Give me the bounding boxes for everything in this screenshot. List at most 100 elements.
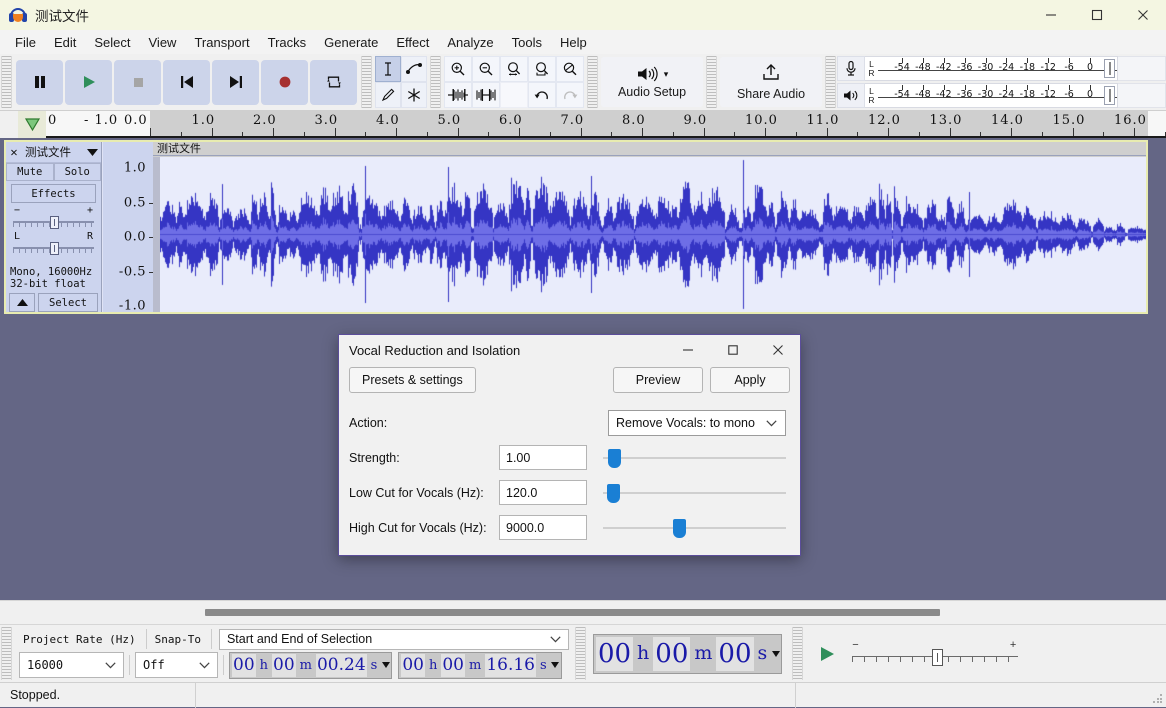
audio-setup-button[interactable]: ▾ Audio Setup [601,57,703,107]
pause-button[interactable] [16,59,63,105]
play-speed-toolbar-grip[interactable] [792,627,804,680]
low-cut-input[interactable]: 120.0 [499,480,587,505]
low-cut-slider[interactable] [603,481,786,505]
play-meter[interactable]: L R -54 -48 -42 -36 -30 -24 -18 -12 -6 0 [837,83,1166,108]
play-button[interactable] [65,59,112,105]
menu-tracks[interactable]: Tracks [259,32,316,53]
edit-toolbar-grip[interactable] [430,56,441,108]
presets-settings-button[interactable]: Presets & settings [349,367,476,393]
silence-audio-button[interactable] [472,82,500,108]
dialog-maximize-button[interactable] [710,335,755,365]
preview-button[interactable]: Preview [613,367,703,393]
zoom-in-button[interactable] [444,56,472,82]
close-button[interactable] [1120,0,1166,30]
transport-toolbar-grip[interactable] [1,56,12,108]
selection-start-time[interactable]: 00 h 00 m 00.24 s [229,651,393,679]
time-toolbar-grip[interactable] [574,627,586,680]
play-speed-slider[interactable]: − + [850,639,1020,669]
close-icon[interactable]: ✕ [6,143,22,162]
resize-grip-icon[interactable] [1152,693,1163,704]
waveform-clip[interactable]: 测试文件 [153,142,1146,312]
fit-selection-button[interactable] [500,56,528,82]
mute-button[interactable]: Mute [6,163,54,181]
play-at-speed-button[interactable] [810,637,844,671]
chevron-down-icon[interactable] [83,148,101,156]
envelope-tool[interactable] [401,56,427,82]
draw-tool[interactable] [375,82,401,108]
vertical-ruler[interactable]: 1.0 0.5 0.0 -0.5 -1.0 [103,142,153,314]
selection-end-time[interactable]: 00 h 00 m 16.16 s [398,651,562,679]
start-time-spinner-icon[interactable] [381,662,390,668]
action-combo[interactable]: Remove Vocals: to mono [608,409,786,436]
selection-mode-combo[interactable]: Start and End of Selection [218,628,569,650]
high-cut-slider[interactable] [603,516,786,540]
share-audio-button[interactable]: Share Audio [720,57,822,107]
menu-transport[interactable]: Transport [185,32,258,53]
ruler-tick [765,128,766,136]
record-button[interactable] [261,59,308,105]
stop-button[interactable] [114,59,161,105]
solo-button[interactable]: Solo [53,163,101,181]
menu-generate[interactable]: Generate [315,32,387,53]
high-cut-slider-thumb[interactable] [672,518,686,538]
trim-audio-button[interactable] [444,82,472,108]
tools-toolbar-grip[interactable] [361,56,372,108]
clip-title[interactable]: 测试文件 [153,142,1146,156]
menu-analyze[interactable]: Analyze [438,32,502,53]
fit-project-button[interactable] [528,56,556,82]
timeline-row: 0 - 1.0 0.0 1.0 2.0 3.0 4.0 5.0 6.0 7.0 8.0 9.0 10.0… [0,111,1166,138]
meter-tick-label: -18 [1019,89,1036,100]
pan-slider[interactable]: L R [13,232,94,255]
gain-slider-thumb[interactable] [50,216,59,229]
zoom-toggle-button[interactable] [556,56,584,82]
select-button[interactable]: Select [38,293,98,312]
undo-button[interactable] [528,82,556,108]
menu-select[interactable]: Select [85,32,139,53]
end-time-spinner-icon[interactable] [551,662,560,668]
track-name[interactable]: 测试文件 [22,144,83,160]
horizontal-scrollbar[interactable] [0,600,1166,624]
strength-slider-thumb[interactable] [608,448,622,468]
waveform-canvas[interactable] [160,157,1146,312]
minimize-button[interactable] [1028,0,1074,30]
effects-button[interactable]: Effects [11,184,96,203]
apply-button[interactable]: Apply [710,367,790,393]
high-cut-input[interactable]: 9000.0 [499,515,587,540]
horizontal-scrollbar-thumb[interactable] [205,609,940,616]
meter-toolbar-grip[interactable] [825,56,836,108]
pinned-play-head-icon[interactable] [18,111,46,138]
loop-button[interactable] [310,59,357,105]
play-speed-slider-thumb[interactable] [932,648,944,666]
record-meter[interactable]: L R -54 -48 -42 -36 -30 -24 -18 -12 -6 0 [837,56,1166,81]
pan-slider-thumb[interactable] [50,242,59,255]
menu-help[interactable]: Help [551,32,596,53]
timeline-ruler[interactable]: 0 - 1.0 0.0 1.0 2.0 3.0 4.0 5.0 6.0 7.0 8.0 9.0 10.0… [46,111,1166,138]
gain-slider[interactable]: − + [13,206,94,229]
snap-to-combo[interactable]: Off [135,652,218,678]
dialog-close-button[interactable] [755,335,800,365]
position-time-spinner-icon[interactable] [771,650,780,657]
multi-tool[interactable] [401,82,427,108]
menu-tools[interactable]: Tools [503,32,551,53]
zoom-out-button[interactable] [472,56,500,82]
collapse-up-icon[interactable] [9,293,35,312]
skip-to-end-button[interactable] [212,59,259,105]
dialog-minimize-button[interactable] [665,335,710,365]
audio-position-time[interactable]: 00 h 00 m 00 s [592,633,783,674]
selection-tool[interactable] [375,56,401,82]
maximize-button[interactable] [1074,0,1120,30]
start-seconds: 00.24 [315,653,367,677]
skip-to-start-button[interactable] [163,59,210,105]
strength-slider[interactable] [603,446,786,470]
menu-file[interactable]: File [6,32,45,53]
redo-button[interactable] [556,82,584,108]
selection-toolbar-grip[interactable] [1,627,12,680]
strength-input[interactable]: 1.00 [499,445,587,470]
audio-setup-toolbar-grip[interactable] [587,56,598,108]
project-rate-combo[interactable]: 16000 [19,652,124,678]
menu-edit[interactable]: Edit [45,32,85,53]
share-audio-toolbar-grip[interactable] [706,56,717,108]
menu-effect[interactable]: Effect [387,32,438,53]
menu-view[interactable]: View [140,32,186,53]
low-cut-slider-thumb[interactable] [606,483,620,503]
